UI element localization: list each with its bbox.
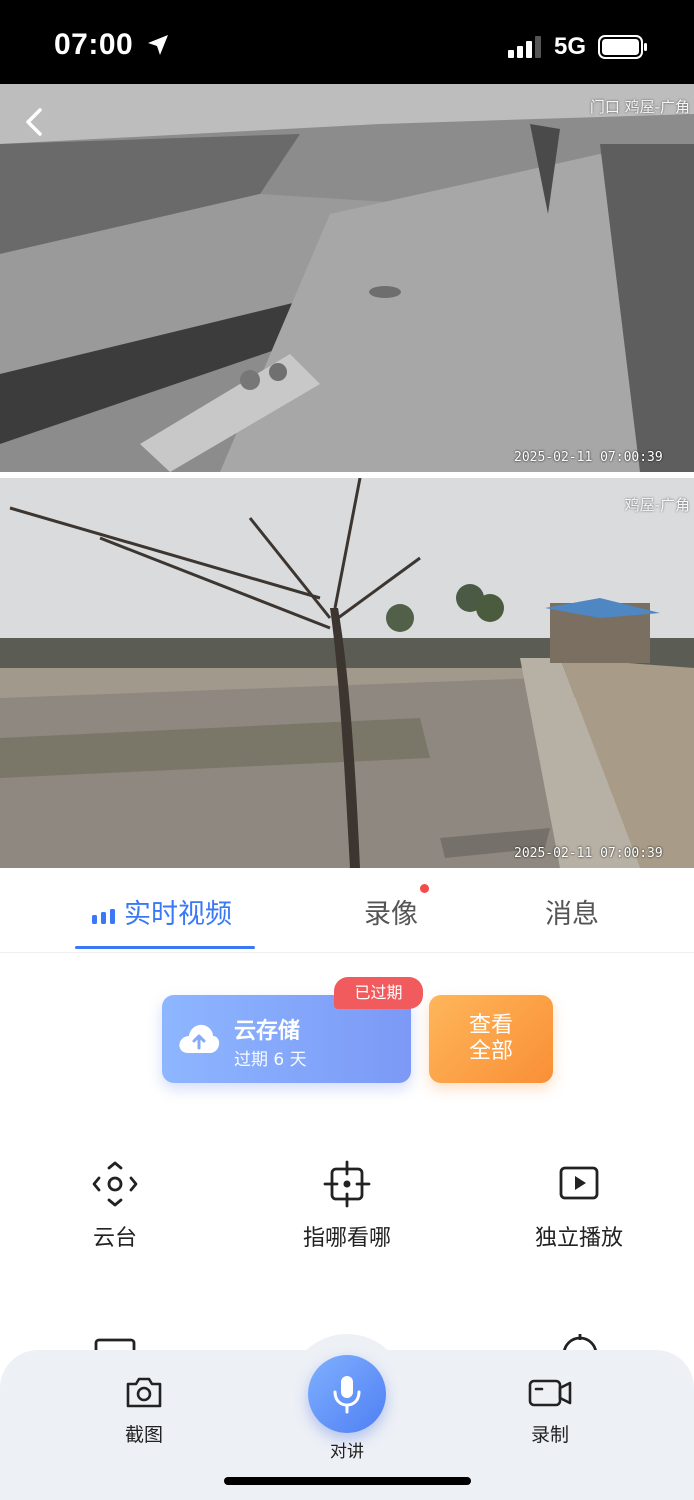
live-bars-icon [92, 908, 115, 924]
active-tab-indicator [75, 946, 255, 949]
point-to-view-button[interactable]: 指哪看哪 [272, 1160, 422, 1252]
camera-icon [126, 1377, 162, 1408]
crosshair-icon [323, 1160, 371, 1208]
talk-label: 对讲 [330, 1442, 364, 1462]
ptz-icon [92, 1161, 138, 1207]
cloud-storage-subtitle: 过期 6 天 [234, 1050, 307, 1070]
camera-feed-2[interactable] [0, 478, 694, 868]
tab-live-video-label: 实时视频 [124, 899, 232, 930]
record-label: 录制 [530, 1424, 569, 1446]
screenshot-label: 截图 [124, 1424, 163, 1446]
cloud-upload-icon [179, 1024, 220, 1053]
network-type: 5G [554, 33, 587, 60]
expired-badge: 已过期 [334, 977, 423, 1009]
independent-play-button[interactable]: 独立播放 [504, 1160, 654, 1252]
timer-icon[interactable] [560, 1332, 600, 1352]
recordings-notification-dot [420, 884, 429, 893]
tab-recordings[interactable]: 录像 [364, 892, 418, 931]
view-all-button[interactable]: 查看 全部 [429, 995, 553, 1083]
view-all-line-2: 全部 [468, 1039, 513, 1064]
ptz-control-button[interactable]: 云台 [40, 1160, 190, 1252]
tab-recordings-label: 录像 [364, 899, 418, 930]
camera-1-timestamp: 2025-02-11 07:00:39 [514, 450, 663, 465]
microphone-icon [333, 1376, 361, 1414]
video-camera-icon [528, 1379, 572, 1407]
status-bar: 07:00 5G [0, 0, 694, 84]
play-icon [559, 1166, 599, 1200]
talk-button[interactable] [308, 1355, 386, 1433]
view-all-line-1: 查看 [468, 1013, 513, 1038]
home-indicator[interactable] [224, 1477, 471, 1485]
cloud-storage-title: 云存储 [234, 1019, 301, 1044]
ptz-label: 云台 [92, 1226, 137, 1251]
location-arrow-icon [148, 35, 168, 55]
point-to-view-label: 指哪看哪 [302, 1226, 391, 1251]
tab-live-video[interactable]: 实时视频 [92, 892, 232, 931]
camera-2-timestamp: 2025-02-11 07:00:39 [514, 846, 663, 861]
camera-feed-1[interactable] [0, 84, 694, 472]
independent-play-label: 独立播放 [534, 1226, 623, 1251]
cellular-signal-icon [508, 36, 541, 58]
camera-2-label: 鸡屋-广角 [624, 496, 690, 514]
battery-icon [598, 35, 647, 59]
tab-bar: 实时视频 录像 消息 [0, 868, 694, 953]
screenshot-button[interactable]: 截图 [94, 1374, 194, 1447]
status-time: 07:00 [54, 28, 134, 61]
tab-messages-label: 消息 [545, 899, 599, 930]
back-chevron-icon[interactable] [20, 106, 50, 138]
tab-messages[interactable]: 消息 [545, 892, 599, 931]
record-button[interactable]: 录制 [500, 1374, 600, 1447]
camera-1-label: 门口 鸡屋-广角 [589, 98, 690, 116]
